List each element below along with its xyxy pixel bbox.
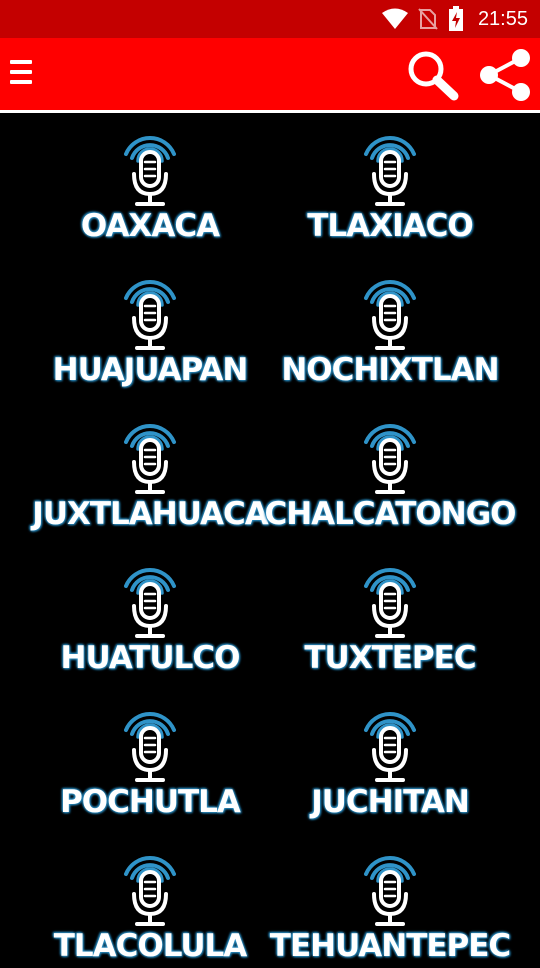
status-bar: 21:55 [0, 0, 540, 38]
share-icon [480, 49, 530, 101]
microphone-icon [124, 856, 176, 926]
station-tehuantepec[interactable]: TEHUANTEPEC [270, 838, 511, 968]
station-label: POCHUTLA [60, 784, 241, 820]
station-label: JUXTLAHUACA [32, 496, 268, 532]
microphone-icon [124, 280, 176, 350]
station-juxtlahuaca[interactable]: JUXTLAHUACA [30, 406, 270, 536]
station-tuxtepec[interactable]: TUXTEPEC [270, 550, 510, 680]
status-time: 21:55 [477, 7, 528, 30]
microphone-icon [124, 712, 176, 782]
station-tlaxiaco[interactable]: TLAXIACO [270, 118, 510, 248]
microphone-icon [364, 856, 416, 926]
microphone-icon [124, 568, 176, 638]
app-bar [0, 38, 540, 110]
station-grid: OAXACA TLAXIACO HUAJUAPAN NOCHIXTLAN JUX… [0, 113, 540, 964]
search-button[interactable] [404, 48, 460, 102]
no-sim-icon [418, 8, 438, 30]
station-label: NOCHIXTLAN [281, 352, 499, 388]
microphone-icon [364, 136, 416, 206]
station-label: CHALCATONGO [264, 496, 516, 532]
microphone-icon [364, 280, 416, 350]
search-icon [408, 51, 459, 101]
station-juchitan[interactable]: JUCHITAN [270, 694, 510, 824]
menu-icon-bar [10, 60, 32, 64]
share-button[interactable] [476, 46, 534, 104]
station-label: HUATULCO [60, 640, 241, 676]
station-label: HUAJUAPAN [52, 352, 249, 388]
menu-icon-bar [10, 70, 32, 74]
microphone-icon [364, 712, 416, 782]
wifi-icon [381, 8, 408, 29]
microphone-icon [364, 424, 416, 494]
station-label: JUCHITAN [311, 784, 470, 820]
station-tlacolula[interactable]: TLACOLULA [30, 838, 270, 968]
station-huajuapan[interactable]: HUAJUAPAN [30, 262, 270, 392]
station-nochixtlan[interactable]: NOCHIXTLAN [270, 262, 510, 392]
station-label: TLACOLULA [53, 928, 248, 964]
microphone-icon [124, 136, 176, 206]
microphone-icon [364, 568, 416, 638]
station-pochutla[interactable]: POCHUTLA [30, 694, 270, 824]
station-oaxaca[interactable]: OAXACA [30, 118, 270, 248]
station-label: TLAXIACO [307, 208, 473, 244]
station-label: TEHUANTEPEC [269, 928, 511, 964]
station-huatulco[interactable]: HUATULCO [30, 550, 270, 680]
battery-charging-icon [448, 6, 463, 31]
status-icons: 21:55 [381, 0, 528, 38]
microphone-icon [124, 424, 176, 494]
station-label: TUXTEPEC [304, 640, 476, 676]
menu-icon-bar [10, 80, 32, 84]
station-chalcatongo[interactable]: CHALCATONGO [264, 406, 517, 536]
station-label: OAXACA [80, 208, 220, 244]
menu-button[interactable] [10, 58, 34, 88]
